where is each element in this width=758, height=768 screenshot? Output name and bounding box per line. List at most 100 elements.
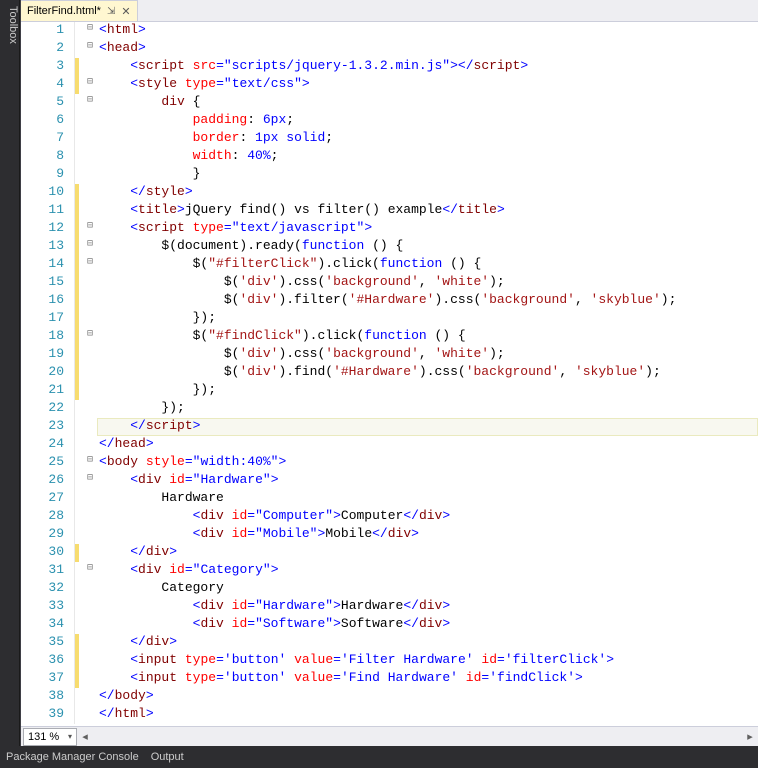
- code-text[interactable]: <div id="Hardware">: [97, 472, 758, 490]
- code-text[interactable]: <div id="Software">Software</div>: [97, 616, 758, 634]
- code-text[interactable]: Hardware: [97, 490, 758, 508]
- code-line[interactable]: 28 <div id="Computer">Computer</div>: [21, 508, 758, 526]
- fold-toggle[interactable]: ⊟: [83, 256, 97, 274]
- code-text[interactable]: padding: 6px;: [97, 112, 758, 130]
- tab-filterfind[interactable]: FilterFind.html* ⇲ ✕: [21, 0, 138, 21]
- code-text[interactable]: $('div').filter('#Hardware').css('backgr…: [97, 292, 758, 310]
- code-text[interactable]: $(document).ready(function () {: [97, 238, 758, 256]
- fold-toggle[interactable]: ⊟: [83, 94, 97, 112]
- code-text[interactable]: });: [97, 382, 758, 400]
- code-text[interactable]: <body style="width:40%">: [97, 454, 758, 472]
- code-line[interactable]: 29 <div id="Mobile">Mobile</div>: [21, 526, 758, 544]
- code-line[interactable]: 10 </style>: [21, 184, 758, 202]
- code-line[interactable]: 7 border: 1px solid;: [21, 130, 758, 148]
- scroll-left-icon[interactable]: ◂: [77, 730, 93, 743]
- code-line[interactable]: 37 <input type='button' value='Find Hard…: [21, 670, 758, 688]
- fold-toggle[interactable]: ⊟: [83, 220, 97, 238]
- code-text[interactable]: </head>: [97, 436, 758, 454]
- code-line[interactable]: 26⊟ <div id="Hardware">: [21, 472, 758, 490]
- code-line[interactable]: 36 <input type='button' value='Filter Ha…: [21, 652, 758, 670]
- code-text[interactable]: <div id="Hardware">Hardware</div>: [97, 598, 758, 616]
- code-line[interactable]: 4⊟ <style type="text/css">: [21, 76, 758, 94]
- code-text[interactable]: <div id="Mobile">Mobile</div>: [97, 526, 758, 544]
- code-line[interactable]: 39</html>: [21, 706, 758, 724]
- code-text[interactable]: width: 40%;: [97, 148, 758, 166]
- code-text[interactable]: Category: [97, 580, 758, 598]
- code-line[interactable]: 2⊟<head>: [21, 40, 758, 58]
- code-line[interactable]: 8 width: 40%;: [21, 148, 758, 166]
- code-text[interactable]: <input type='button' value='Filter Hardw…: [97, 652, 758, 670]
- code-line[interactable]: 33 <div id="Hardware">Hardware</div>: [21, 598, 758, 616]
- code-line[interactable]: 21 });: [21, 382, 758, 400]
- code-line[interactable]: 30 </div>: [21, 544, 758, 562]
- code-text[interactable]: <div id="Computer">Computer</div>: [97, 508, 758, 526]
- code-text[interactable]: <html>: [97, 22, 758, 40]
- code-line[interactable]: 18⊟ $("#findClick").click(function () {: [21, 328, 758, 346]
- code-text[interactable]: <script type="text/javascript">: [97, 220, 758, 238]
- scroll-right-icon[interactable]: ▸: [742, 730, 758, 743]
- code-text[interactable]: });: [97, 310, 758, 328]
- fold-toggle[interactable]: ⊟: [83, 562, 97, 580]
- chevron-down-icon[interactable]: ▾: [68, 732, 72, 741]
- code-text[interactable]: </html>: [97, 706, 758, 724]
- fold-toggle[interactable]: ⊟: [83, 238, 97, 256]
- code-text[interactable]: </body>: [97, 688, 758, 706]
- code-line[interactable]: 38</body>: [21, 688, 758, 706]
- fold-toggle[interactable]: ⊟: [83, 472, 97, 490]
- code-line[interactable]: 9 }: [21, 166, 758, 184]
- code-text[interactable]: div {: [97, 94, 758, 112]
- code-line[interactable]: 11 <title>jQuery find() vs filter() exam…: [21, 202, 758, 220]
- toolbox-panel[interactable]: Toolbox: [0, 0, 20, 746]
- code-text[interactable]: <input type='button' value='Find Hardwar…: [97, 670, 758, 688]
- code-line[interactable]: 27 Hardware: [21, 490, 758, 508]
- code-text[interactable]: <title>jQuery find() vs filter() example…: [97, 202, 758, 220]
- code-line[interactable]: 32 Category: [21, 580, 758, 598]
- code-line[interactable]: 16 $('div').filter('#Hardware').css('bac…: [21, 292, 758, 310]
- code-line[interactable]: 23 </script>: [21, 418, 758, 436]
- code-text[interactable]: </script>: [97, 418, 758, 436]
- code-text[interactable]: </div>: [97, 544, 758, 562]
- code-line[interactable]: 25⊟<body style="width:40%">: [21, 454, 758, 472]
- code-text[interactable]: $("#findClick").click(function () {: [97, 328, 758, 346]
- code-line[interactable]: 5⊟ div {: [21, 94, 758, 112]
- code-text[interactable]: <style type="text/css">: [97, 76, 758, 94]
- code-line[interactable]: 22 });: [21, 400, 758, 418]
- code-line[interactable]: 34 <div id="Software">Software</div>: [21, 616, 758, 634]
- code-text[interactable]: </div>: [97, 634, 758, 652]
- close-icon[interactable]: ✕: [121, 5, 130, 18]
- pin-icon[interactable]: ⇲: [107, 6, 115, 17]
- code-text[interactable]: $("#filterClick").click(function () {: [97, 256, 758, 274]
- zoom-dropdown[interactable]: 131 % ▾: [23, 728, 77, 746]
- fold-toggle[interactable]: ⊟: [83, 40, 97, 58]
- code-line[interactable]: 6 padding: 6px;: [21, 112, 758, 130]
- code-text[interactable]: $('div').css('background', 'white');: [97, 346, 758, 364]
- code-text[interactable]: $('div').css('background', 'white');: [97, 274, 758, 292]
- code-line[interactable]: 3 <script src="scripts/jquery-1.3.2.min.…: [21, 58, 758, 76]
- code-line[interactable]: 20 $('div').find('#Hardware').css('backg…: [21, 364, 758, 382]
- code-text[interactable]: $('div').find('#Hardware').css('backgrou…: [97, 364, 758, 382]
- code-line[interactable]: 13⊟ $(document).ready(function () {: [21, 238, 758, 256]
- code-line[interactable]: 35 </div>: [21, 634, 758, 652]
- code-text[interactable]: }: [97, 166, 758, 184]
- code-line[interactable]: 24</head>: [21, 436, 758, 454]
- code-line[interactable]: 31⊟ <div id="Category">: [21, 562, 758, 580]
- code-text[interactable]: border: 1px solid;: [97, 130, 758, 148]
- code-line[interactable]: 19 $('div').css('background', 'white');: [21, 346, 758, 364]
- code-line[interactable]: 14⊟ $("#filterClick").click(function () …: [21, 256, 758, 274]
- fold-toggle[interactable]: ⊟: [83, 76, 97, 94]
- code-text[interactable]: <script src="scripts/jquery-1.3.2.min.js…: [97, 58, 758, 76]
- code-line[interactable]: 15 $('div').css('background', 'white');: [21, 274, 758, 292]
- fold-toggle[interactable]: ⊟: [83, 328, 97, 346]
- code-line[interactable]: 12⊟ <script type="text/javascript">: [21, 220, 758, 238]
- code-text[interactable]: </style>: [97, 184, 758, 202]
- status-output[interactable]: Output: [151, 751, 184, 763]
- code-editor[interactable]: 1⊟<html>2⊟<head>3 <script src="scripts/j…: [21, 22, 758, 726]
- code-line[interactable]: 1⊟<html>: [21, 22, 758, 40]
- code-text[interactable]: });: [97, 400, 758, 418]
- code-text[interactable]: <head>: [97, 40, 758, 58]
- code-text[interactable]: <div id="Category">: [97, 562, 758, 580]
- status-pmc[interactable]: Package Manager Console: [6, 751, 139, 763]
- fold-toggle[interactable]: ⊟: [83, 22, 97, 40]
- fold-toggle[interactable]: ⊟: [83, 454, 97, 472]
- code-line[interactable]: 17 });: [21, 310, 758, 328]
